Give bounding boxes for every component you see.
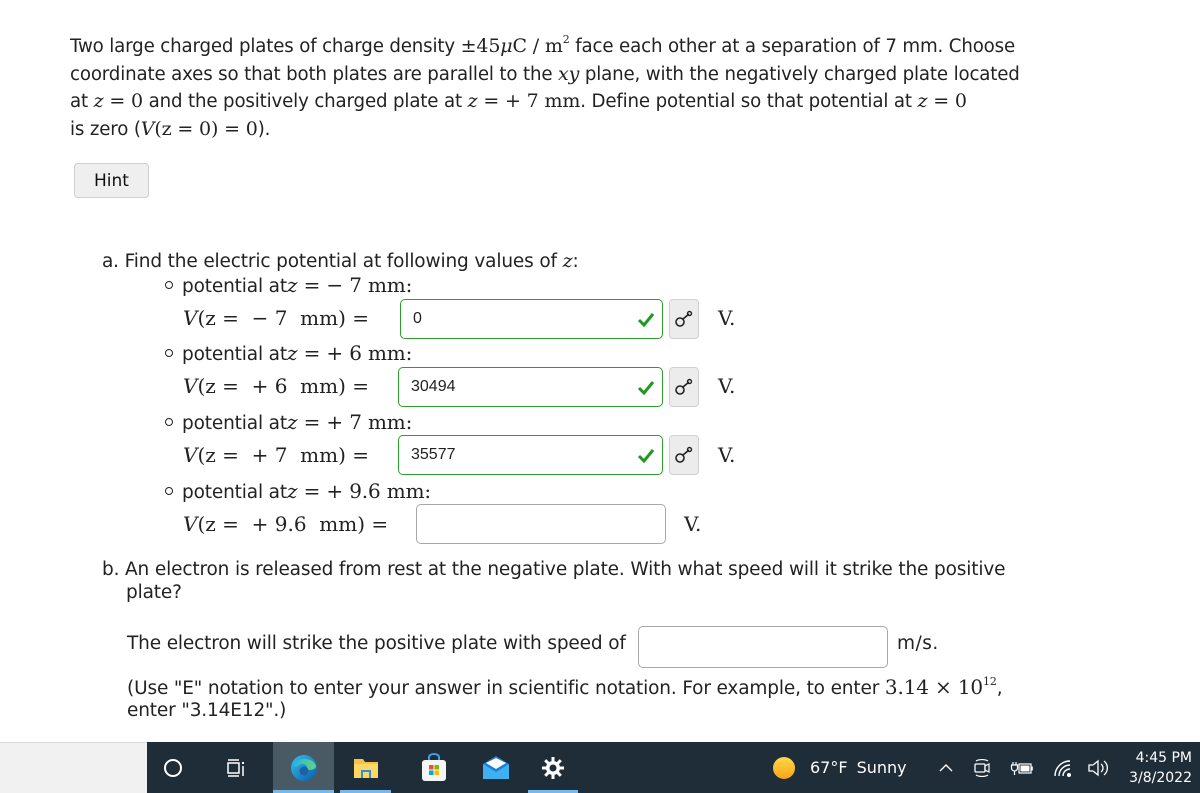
volts-unit-label: V.	[718, 374, 736, 398]
battery-tray-button[interactable]	[1005, 742, 1039, 793]
potential-answer-input[interactable]: 30494	[398, 367, 663, 407]
part-a-title: a. Find the electric potential at follow…	[102, 250, 579, 272]
part-a-item-label: potential at z = + 7 mm:	[165, 410, 412, 434]
circle-icon	[164, 758, 182, 777]
v-zero-math: V(z = 0) = 0	[140, 117, 258, 140]
cortana-button[interactable]	[149, 742, 197, 793]
check-icon	[637, 313, 655, 328]
volume-icon	[1088, 759, 1108, 776]
problem-statement: Two large charged plates of charge densi…	[70, 33, 1050, 143]
edge-taskbar-button[interactable]	[273, 742, 334, 793]
bullet-icon	[165, 349, 173, 357]
z-zero-math: z = 0	[917, 90, 967, 112]
wifi-icon	[1054, 759, 1071, 777]
clock-button[interactable]: 4:45 PM 3/8/2022	[1117, 742, 1200, 793]
problem-text: at	[70, 91, 94, 112]
equation-label: V(z = + 7 mm) =	[183, 443, 376, 467]
weather-temp: 67°F	[810, 758, 848, 777]
edge-icon	[290, 754, 317, 781]
bullet-icon	[165, 418, 173, 426]
task-view-icon	[227, 758, 244, 777]
potential-answer-input[interactable]: 35577	[398, 435, 663, 475]
volts-unit-label: V.	[718, 443, 736, 467]
answer-value: 35577	[411, 446, 456, 463]
answer-value: 0	[413, 310, 422, 327]
sun-icon	[773, 756, 795, 779]
bullet-icon	[165, 281, 173, 289]
check-icon	[637, 381, 655, 396]
equation-label: V(z = + 9.6 mm) =	[183, 512, 395, 536]
problem-text: ).	[257, 118, 271, 140]
show-answer-key-button[interactable]	[669, 299, 699, 339]
equation-label: V(z = + 6 mm) =	[183, 374, 376, 398]
notation-note: (Use "E" notation to enter your answer i…	[127, 675, 1003, 721]
wifi-tray-button[interactable]	[1047, 742, 1079, 793]
folder-icon	[353, 758, 378, 778]
key-icon	[675, 310, 693, 327]
xy-plane-math: xy	[558, 62, 580, 85]
clock-date: 3/8/2022	[1129, 769, 1192, 786]
clock-time: 4:45 PM	[1135, 749, 1192, 766]
part-b-question-line: b. An electron is released from rest at …	[102, 559, 1006, 580]
equation-label: V(z = − 7 mm) =	[183, 306, 376, 330]
camera-tray-button[interactable]	[967, 742, 997, 793]
weather-condition: Sunny	[856, 758, 907, 777]
gear-icon	[542, 756, 564, 779]
show-hidden-icons-button[interactable]	[932, 742, 960, 793]
volts-unit-label: V.	[718, 306, 736, 330]
key-icon	[675, 378, 693, 395]
chevron-up-icon	[939, 763, 953, 771]
speed-unit-label: m/s.	[897, 633, 939, 654]
battery-charging-icon	[1010, 761, 1033, 775]
show-answer-key-button[interactable]	[669, 367, 699, 407]
potential-answer-input[interactable]: 0	[400, 299, 663, 339]
check-icon	[637, 449, 655, 464]
part-a-item-label: potential at z = + 9.6 mm:	[165, 479, 431, 503]
speed-prompt: The electron will strike the positive pl…	[127, 633, 626, 654]
example-math: 3.14 × 1012	[884, 675, 997, 699]
problem-text: plane, with the negatively charged plate…	[579, 63, 1020, 85]
store-icon	[422, 752, 446, 781]
camera-icon	[974, 758, 990, 777]
volts-unit-label: V.	[684, 512, 702, 536]
part-a-item-label: potential at z = − 7 mm:	[165, 273, 412, 297]
taskbar: 67°F Sunny 4:45 PM 3/8/2022	[147, 742, 1200, 793]
problem-text: Two large charged plates of charge densi…	[70, 36, 461, 57]
settings-taskbar-button[interactable]	[528, 742, 578, 793]
problem-text: is zero (	[70, 118, 141, 140]
bullet-icon	[165, 487, 173, 495]
part-b-question-line: plate?	[126, 582, 182, 603]
potential-answer-input[interactable]	[416, 504, 666, 544]
z-plus7-math: z = + 7 mm	[467, 90, 581, 112]
microsoft-store-taskbar-button[interactable]	[407, 742, 461, 793]
problem-text: coordinate axes so that both plates are …	[70, 63, 559, 85]
problem-text: and the positively charged plate at	[142, 91, 468, 112]
z-zero-math: z = 0	[93, 90, 144, 112]
speed-input[interactable]	[638, 626, 888, 668]
charge-density-math: ±45μC / m2	[460, 33, 570, 57]
mail-icon	[483, 755, 509, 779]
taskbar-search-area[interactable]	[0, 742, 147, 793]
mail-taskbar-button[interactable]	[467, 742, 525, 793]
problem-text: face each other at a separation of 7 mm.…	[569, 36, 1016, 57]
volume-tray-button[interactable]	[1082, 742, 1114, 793]
answer-value: 30494	[411, 378, 456, 395]
task-view-button[interactable]	[199, 742, 273, 793]
part-b-question: b. An electron is released from rest at …	[102, 558, 1042, 604]
key-icon	[675, 446, 693, 463]
show-answer-key-button[interactable]	[669, 435, 699, 475]
hint-button[interactable]: Hint	[74, 163, 149, 198]
problem-text: . Define potential so that potential at	[580, 91, 918, 112]
file-explorer-taskbar-button[interactable]	[340, 742, 391, 793]
part-a-item-label: potential at z = + 6 mm:	[165, 341, 412, 365]
weather-widget[interactable]: 67°F Sunny	[772, 742, 912, 793]
